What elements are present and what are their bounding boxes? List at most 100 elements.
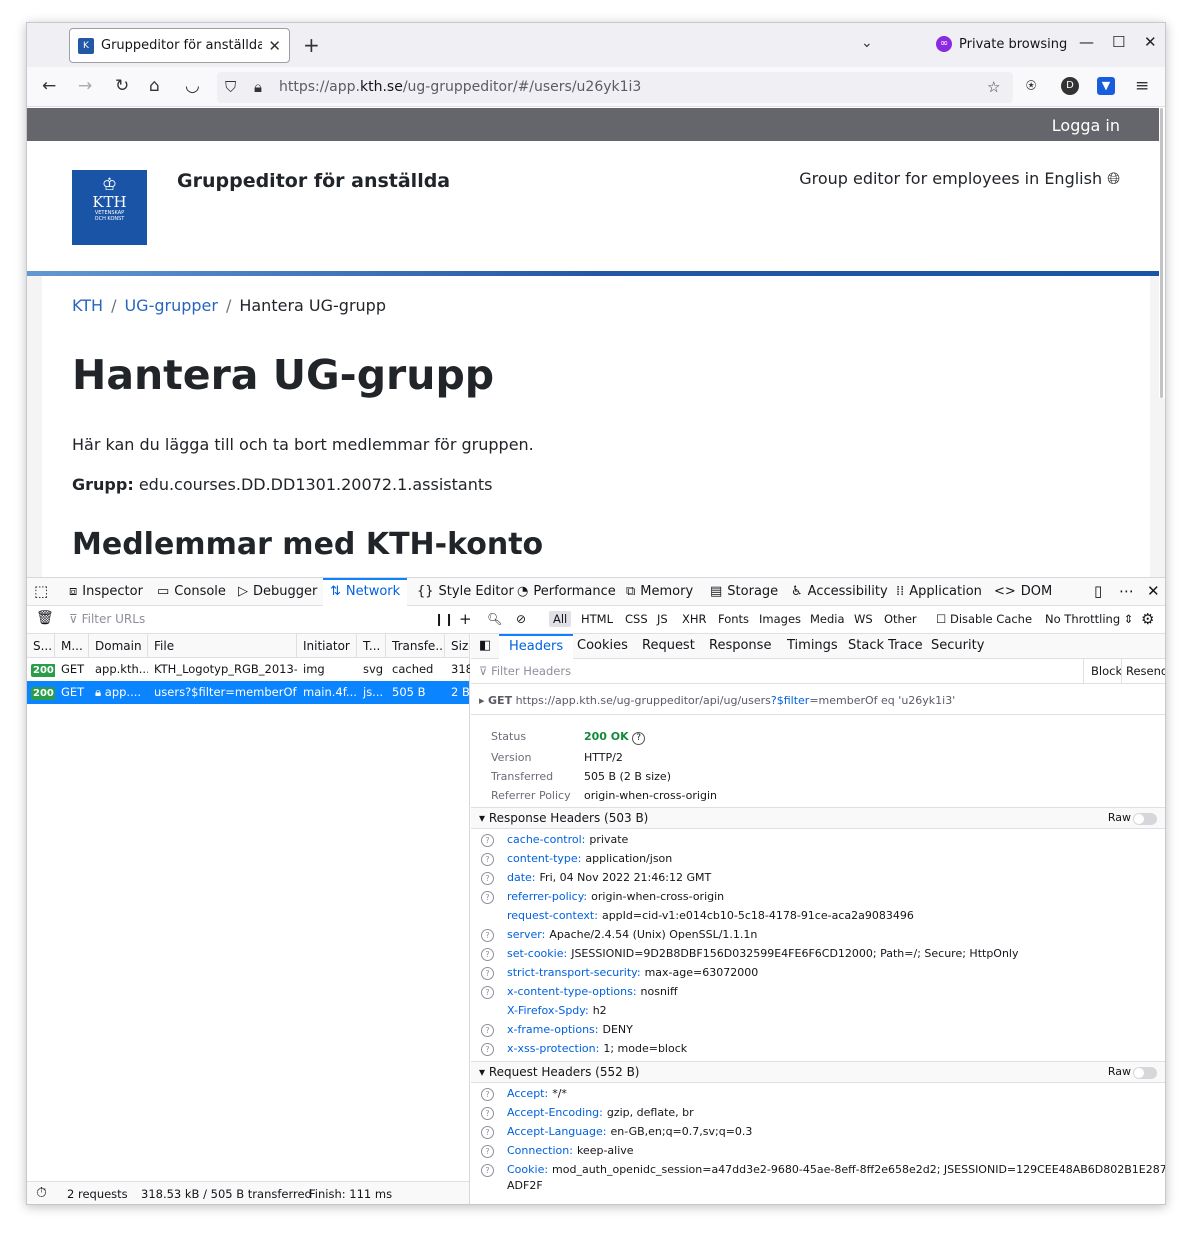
reload-icon[interactable]: ↻: [115, 77, 129, 95]
kth-logo[interactable]: ♔ KTH VETENSKAP OCH KONST: [72, 170, 147, 245]
header-row[interactable]: ? x-xss-protection: 1; mode=block: [481, 1039, 687, 1058]
throttling-select[interactable]: No Throttling ⇕: [1045, 612, 1133, 626]
filter-fonts[interactable]: Fonts: [714, 611, 753, 627]
list-all-tabs-icon[interactable]: ⌄: [861, 35, 873, 51]
request-url-line[interactable]: ▸ GET https://app.kth.se/ug-gruppeditor/…: [479, 694, 955, 707]
filter-ws[interactable]: WS: [850, 611, 877, 627]
filter-html[interactable]: HTML: [577, 611, 617, 627]
login-link[interactable]: Logga in: [1052, 116, 1120, 135]
help-icon[interactable]: ?: [481, 947, 494, 961]
tab-stack-trace[interactable]: Stack Trace: [848, 634, 923, 659]
menu-hamburger-icon[interactable]: ≡: [1135, 77, 1149, 95]
home-icon[interactable]: ⌂: [149, 77, 160, 95]
more-options-icon[interactable]: ⋯: [1119, 578, 1134, 606]
header-row[interactable]: ? date: Fri, 04 Nov 2022 21:46:12 GMT: [481, 868, 711, 887]
performance-stopwatch-icon[interactable]: ⏱︎: [36, 1185, 47, 1201]
header-row[interactable]: X-Firefox-Spdy: h2: [481, 1001, 607, 1020]
tab-style-editor[interactable]: {} Style Editor: [417, 578, 514, 606]
help-icon[interactable]: ?: [481, 1163, 494, 1177]
header-row[interactable]: ? Accept-Encoding: gzip, deflate, br: [481, 1103, 694, 1122]
col-size[interactable]: Size: [445, 634, 470, 658]
bookmark-star-icon[interactable]: ☆: [987, 72, 1000, 103]
raw-toggle[interactable]: [1133, 813, 1157, 825]
help-icon[interactable]: ?: [481, 928, 494, 942]
header-row[interactable]: ? cache-control: private: [481, 830, 628, 849]
raw-toggle[interactable]: [1133, 1067, 1157, 1079]
disable-cache-checkbox[interactable]: ☐ Disable Cache: [936, 612, 1032, 626]
new-tab-icon[interactable]: +: [303, 33, 320, 57]
header-row[interactable]: ? referrer-policy: origin-when-cross-origi…: [481, 887, 724, 906]
help-icon[interactable]: ?: [481, 1106, 494, 1120]
tab-security[interactable]: Security: [931, 634, 984, 659]
header-row[interactable]: ? x-content-type-options: nosniff: [481, 982, 678, 1001]
toggle-sidebar-icon[interactable]: ◧: [479, 634, 491, 659]
filter-other[interactable]: Other: [880, 611, 921, 627]
forward-icon[interactable]: →: [78, 77, 92, 95]
response-headers-section[interactable]: ▾ Response Headers (503 B) Raw: [471, 807, 1165, 829]
col-initiator[interactable]: Initiator: [297, 634, 357, 658]
help-icon[interactable]: ?: [481, 1023, 494, 1037]
page-scrollbar[interactable]: [1159, 108, 1165, 398]
help-icon[interactable]: ?: [481, 985, 494, 999]
tab-debugger[interactable]: ▷ Debugger: [238, 578, 317, 606]
header-row[interactable]: ? Accept-Language: en-GB,en;q=0.7,sv;q=0.3: [481, 1122, 752, 1141]
filter-urls-input[interactable]: ⊽ Filter URLs: [69, 612, 145, 626]
help-icon[interactable]: ?: [481, 852, 494, 866]
clear-trash-icon[interactable]: 🗑︎: [36, 610, 54, 626]
tab-accessibility[interactable]: ♿︎ Accessibility: [791, 578, 888, 606]
help-icon[interactable]: ?: [481, 871, 494, 885]
tab-response[interactable]: Response: [709, 634, 771, 659]
url-bar[interactable]: ⛉ 🔒︎ https://app.kth.se/ug-gruppeditor/#…: [217, 72, 1013, 103]
tab-storage[interactable]: ▤ Storage: [710, 578, 778, 606]
col-method[interactable]: M...: [55, 634, 89, 658]
help-icon[interactable]: ?: [481, 1087, 494, 1101]
help-icon[interactable]: ?: [481, 890, 494, 904]
col-type[interactable]: T...: [357, 634, 386, 658]
header-row[interactable]: ? Connection: keep-alive: [481, 1141, 634, 1160]
tab-cookies[interactable]: Cookies: [577, 634, 628, 659]
close-window-icon[interactable]: ✕: [1144, 33, 1157, 51]
english-language-link[interactable]: Group editor for employees in English 🌐︎: [799, 169, 1120, 189]
header-row[interactable]: ? Cookie: mod_auth_openidc_session=a47dd3e…: [481, 1160, 1165, 1179]
filter-all[interactable]: All: [549, 611, 572, 627]
col-status[interactable]: S...: [27, 634, 55, 658]
tab-dom[interactable]: <> DOM: [994, 578, 1052, 606]
resend-button[interactable]: Resend: [1126, 664, 1165, 678]
close-devtools-icon[interactable]: ✕: [1147, 578, 1160, 606]
shield-icon[interactable]: ⛉: [225, 72, 236, 103]
header-row[interactable]: ? Accept: */*: [481, 1084, 567, 1103]
responsive-design-icon[interactable]: ▯: [1094, 578, 1102, 606]
help-icon[interactable]: ?: [481, 1144, 494, 1158]
pause-icon[interactable]: ❙❙: [434, 612, 454, 626]
tab-request[interactable]: Request: [642, 634, 695, 659]
add-icon[interactable]: +: [459, 610, 472, 628]
account-avatar-icon[interactable]: D: [1061, 77, 1079, 95]
browser-tab[interactable]: K Gruppeditor för anställda | KTH ✕: [69, 28, 290, 63]
filter-media[interactable]: Media: [806, 611, 849, 627]
tab-network[interactable]: ⇅ Network: [323, 578, 408, 606]
header-row[interactable]: ? content-type: application/json: [481, 849, 672, 868]
tab-memory[interactable]: ⧉ Memory: [626, 578, 693, 606]
header-row[interactable]: ? set-cookie: JSESSIONID=9D2B8DBF156D03259…: [481, 944, 1019, 963]
back-icon[interactable]: ←: [42, 77, 56, 95]
col-file[interactable]: File: [148, 634, 297, 658]
tab-headers[interactable]: Headers: [499, 634, 574, 659]
search-icon[interactable]: 🔍︎: [487, 612, 502, 626]
settings-gear-icon[interactable]: ⚙: [1141, 610, 1154, 628]
help-icon[interactable]: ?: [481, 1125, 494, 1139]
request-headers-section[interactable]: ▾ Request Headers (552 B) Raw: [471, 1061, 1165, 1083]
tab-inspector[interactable]: ⧈ Inspector: [69, 578, 143, 606]
col-domain[interactable]: Domain: [89, 634, 148, 658]
request-row-selected[interactable]: 200 GET 🔒︎ app.... users?$filter=memberO…: [27, 681, 470, 704]
help-icon[interactable]: ?: [481, 833, 494, 847]
help-icon[interactable]: ?: [481, 1042, 494, 1056]
tab-console[interactable]: ▭ Console: [157, 578, 226, 606]
breadcrumb-kth[interactable]: KTH: [72, 296, 103, 315]
lock-icon[interactable]: 🔒︎: [254, 72, 262, 103]
request-row[interactable]: 200 GET app.kth... KTH_Logotyp_RGB_2013-…: [27, 658, 470, 681]
save-to-pocket-icon[interactable]: ⍟: [1026, 77, 1036, 95]
minimize-icon[interactable]: —: [1079, 33, 1094, 51]
header-row[interactable]: request-context: appId=cid-v1:e014cb10-5c…: [481, 906, 914, 925]
header-row[interactable]: ? x-frame-options: DENY: [481, 1020, 633, 1039]
block-button[interactable]: Block: [1091, 664, 1122, 678]
